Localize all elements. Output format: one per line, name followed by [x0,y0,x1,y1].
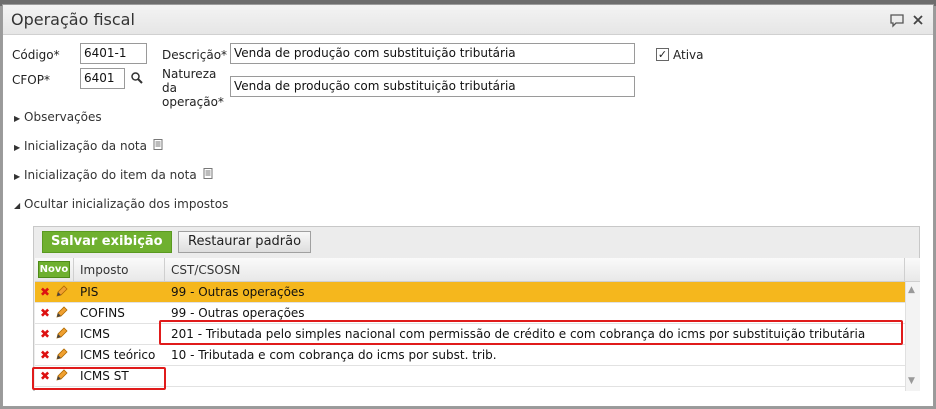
section-label: Observações [24,110,102,124]
speech-bubble-icon[interactable] [889,12,905,28]
delete-x-icon[interactable]: ✖ [40,306,50,320]
section-inicializacao-item[interactable]: ▶ Inicialização do item da nota [14,168,213,182]
descricao-input[interactable]: Venda de produção com substituição tribu… [230,43,635,64]
column-header-cst[interactable]: CST/CSOSN [171,263,240,277]
table-row[interactable]: ✖ PIS 99 - Outras operações [35,282,905,303]
expand-triangle-icon: ▶ [14,172,21,181]
cell-imposto: ICMS teórico [80,348,156,362]
cell-cst: 99 - Outras operações [171,306,305,320]
cell-cst: 10 - Tributada e com cobrança do icms po… [171,348,497,362]
natureza-input[interactable]: Venda de produção com substituição tribu… [230,76,635,97]
magnifier-icon[interactable] [130,71,144,85]
grid-scrollbar[interactable]: ▲ ▼ [905,282,920,391]
descricao-label: Descrição* [162,48,228,62]
cell-imposto: ICMS [80,327,110,341]
ativa-label: Ativa [673,48,704,62]
document-icon[interactable] [153,139,163,153]
dialog-title: Operação fiscal [11,10,135,29]
grid-header: Novo Imposto CST/CSOSN [35,258,920,282]
codigo-label: Código* [12,48,60,62]
pencil-icon[interactable] [54,325,68,341]
section-ocultar-impostos[interactable]: ◢ Ocultar inicialização dos impostos [14,197,228,211]
delete-x-icon[interactable]: ✖ [40,285,50,299]
restore-default-button[interactable]: Restaurar padrão [178,231,312,253]
cell-imposto: COFINS [80,306,125,320]
scroll-down-arrow-icon[interactable]: ▼ [908,376,915,386]
cfop-label: CFOP* [12,73,50,87]
document-icon[interactable] [203,168,213,182]
section-inicializacao-nota[interactable]: ▶ Inicialização da nota [14,139,163,153]
highlight-box-icms-cst [159,320,903,345]
fiscal-operation-dialog: Operação fiscal Código* 6401-1 CFOP* 640… [2,4,934,407]
natureza-label-line2: da [162,81,177,95]
dialog-titlebar: Operação fiscal [3,5,933,35]
section-label: Inicialização do item da nota [24,168,197,182]
delete-x-icon[interactable]: ✖ [40,348,50,362]
pencil-icon[interactable] [54,346,68,362]
codigo-input[interactable]: 6401-1 [80,43,147,64]
cell-cst: 99 - Outras operações [171,285,305,299]
taxes-panel: Salvar exibição Restaurar padrão Novo Im… [33,226,920,391]
expand-triangle-icon: ▶ [14,143,21,152]
save-view-button[interactable]: Salvar exibição [42,231,172,253]
cfop-input[interactable]: 6401 [80,68,125,89]
ativa-checkbox[interactable]: ✓ [656,48,669,61]
new-row-button[interactable]: Novo [38,261,70,278]
table-row[interactable]: ✖ ICMS teórico 10 - Tributada e com cobr… [35,345,905,366]
pencil-icon[interactable] [54,283,68,299]
pencil-icon[interactable] [54,304,68,320]
natureza-label-line1: Natureza [162,67,217,81]
scroll-up-arrow-icon[interactable]: ▲ [908,285,915,295]
expand-triangle-icon: ▶ [14,114,21,123]
section-observacoes[interactable]: ▶ Observações [14,110,102,124]
section-label: Inicialização da nota [24,139,147,153]
close-icon[interactable] [910,12,926,28]
cell-imposto: PIS [80,285,99,299]
section-label: Ocultar inicialização dos impostos [24,197,229,211]
natureza-label-line3: operação* [162,95,224,109]
column-header-imposto[interactable]: Imposto [80,263,129,277]
delete-x-icon[interactable]: ✖ [40,327,50,341]
collapse-triangle-icon: ◢ [14,201,21,210]
highlight-box-icms-st [32,367,166,390]
